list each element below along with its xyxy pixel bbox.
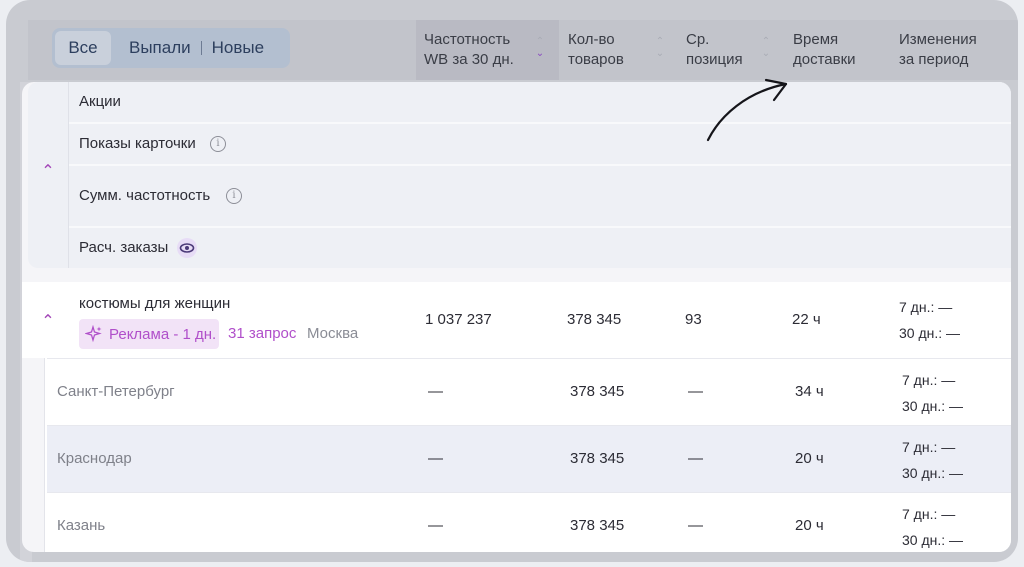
frequency-sort-icon[interactable]: ⌃ ⌄: [534, 36, 546, 60]
changes-column-header[interactable]: Изменения за период: [899, 30, 977, 70]
avg-position-value: —: [688, 450, 703, 467]
filter-segmented-control: Все Выпали Новые: [52, 28, 290, 68]
city-name: Санкт-Петербург: [57, 383, 175, 400]
change-7-days: 7 дн.: —: [899, 299, 953, 315]
sort-down-icon: ⌄: [761, 48, 771, 59]
chevron-up-icon: ⌃: [41, 163, 55, 180]
eye-icon[interactable]: [177, 238, 197, 258]
sort-up-icon: ⌃: [655, 36, 665, 47]
city-name: Краснодар: [57, 450, 132, 467]
table-row[interactable]: Краснодар — 378 345 — 20 ч 7 дн.: — 30 д…: [47, 425, 1011, 492]
avg-position-column-header[interactable]: Ср. позиция: [686, 30, 743, 70]
change-30-days: 30 дн.: —: [899, 325, 961, 341]
sort-down-icon: ⌄: [535, 48, 545, 59]
filter-dropped-button[interactable]: Выпали: [129, 31, 191, 65]
change-7-days: 7 дн.: —: [902, 506, 956, 522]
chevron-up-icon[interactable]: ⌃: [40, 314, 56, 330]
city-rows: Санкт-Петербург — 378 345 — 34 ч 7 дн.: …: [44, 358, 1011, 552]
frequency-value: —: [428, 450, 443, 467]
delivery-value: 34 ч: [795, 383, 824, 400]
delivery-header-line2: доставки: [793, 51, 856, 68]
goods-count-value: 378 345: [570, 517, 625, 534]
screenshot-frame: Все Выпали Новые Частотность WB за 30 дн…: [6, 0, 1018, 562]
frequency-value: —: [428, 517, 443, 534]
avg-position-value: —: [688, 383, 703, 400]
position-sort-icon[interactable]: ⌃ ⌄: [760, 36, 772, 60]
avg-position-value: —: [688, 517, 703, 534]
goods-header-line2: товаров: [568, 51, 624, 68]
change-7-days: 7 дн.: —: [902, 439, 956, 455]
goods-count-value: 378 345: [570, 383, 625, 400]
metric-row-promotions: Акции: [69, 82, 1011, 124]
position-header-line1: Ср.: [686, 31, 710, 48]
query-title: костюмы для женщин: [79, 295, 231, 312]
metrics-collapse-toggle[interactable]: ⌃: [28, 82, 69, 268]
delivery-value: 20 ч: [795, 450, 824, 467]
sort-down-icon: ⌄: [655, 48, 665, 59]
sort-up-icon: ⌃: [535, 36, 545, 47]
ad-badge-label: Реклама - 1 дн.: [109, 325, 217, 343]
changes-header-line2: за период: [899, 51, 969, 68]
metrics-group: ⌃ Акции Показы карточки i Сумм. частотно…: [28, 82, 1011, 268]
metric-label: Расч. заказы: [79, 239, 169, 256]
table-row[interactable]: Казань — 378 345 — 20 ч 7 дн.: — 30 дн.:…: [47, 492, 1011, 552]
filter-all-button[interactable]: Все: [55, 31, 111, 65]
info-icon[interactable]: i: [226, 188, 242, 204]
frequency-column-header[interactable]: Частотность WB за 30 дн.: [424, 30, 514, 70]
avg-position-value: 93: [685, 311, 702, 328]
sparkle-icon: [85, 325, 102, 343]
change-7-days: 7 дн.: —: [902, 372, 956, 388]
frequency-value: —: [428, 383, 443, 400]
table-header: Все Выпали Новые Частотность WB за 30 дн…: [28, 20, 1018, 80]
metric-row-card-views: Показы карточки i: [69, 124, 1011, 166]
filter-new-button[interactable]: Новые: [212, 31, 264, 65]
metric-label: Акции: [79, 93, 121, 110]
city-label: Москва: [307, 325, 359, 342]
frequency-header-line2: WB за 30 дн.: [424, 51, 514, 68]
info-icon[interactable]: i: [210, 136, 226, 152]
highlighted-panel: ⌃ Акции Показы карточки i Сумм. частотно…: [22, 82, 1011, 552]
goods-count-value: 378 345: [567, 311, 622, 328]
delivery-header-line1: Время: [793, 31, 839, 48]
goods-sort-icon[interactable]: ⌃ ⌄: [654, 36, 666, 60]
change-30-days: 30 дн.: —: [902, 398, 964, 414]
requests-link[interactable]: 31 запрос: [228, 325, 296, 342]
filter-divider: [200, 41, 202, 55]
delivery-value: 20 ч: [795, 517, 824, 534]
frequency-value: 1 037 237: [425, 311, 492, 328]
frequency-header-line1: Частотность: [424, 31, 511, 48]
metric-label: Показы карточки: [79, 135, 196, 152]
table-row[interactable]: Санкт-Петербург — 378 345 — 34 ч 7 дн.: …: [47, 358, 1011, 425]
change-30-days: 30 дн.: —: [902, 532, 964, 548]
goods-count-value: 378 345: [570, 450, 625, 467]
annotation-arrow-icon: [706, 78, 788, 142]
delivery-column-header[interactable]: Время доставки: [793, 30, 856, 70]
metric-label: Сумм. частотность: [79, 187, 211, 204]
changes-header-line1: Изменения: [899, 31, 977, 48]
goods-header-line1: Кол-во: [568, 31, 615, 48]
ad-badge: Реклама - 1 дн.: [79, 319, 219, 349]
query-row[interactable]: ⌃ костюмы для женщин Реклама - 1 дн. 31 …: [22, 282, 1011, 358]
city-name: Казань: [57, 517, 106, 534]
metric-row-calc-orders: Расч. заказы: [69, 228, 1011, 268]
position-header-line2: позиция: [686, 51, 743, 68]
delivery-value: 22 ч: [792, 311, 821, 328]
metric-row-sum-frequency: Сумм. частотность i: [69, 166, 1011, 228]
sort-up-icon: ⌃: [761, 36, 771, 47]
change-30-days: 30 дн.: —: [902, 465, 964, 481]
goods-count-column-header[interactable]: Кол-во товаров: [568, 30, 624, 70]
